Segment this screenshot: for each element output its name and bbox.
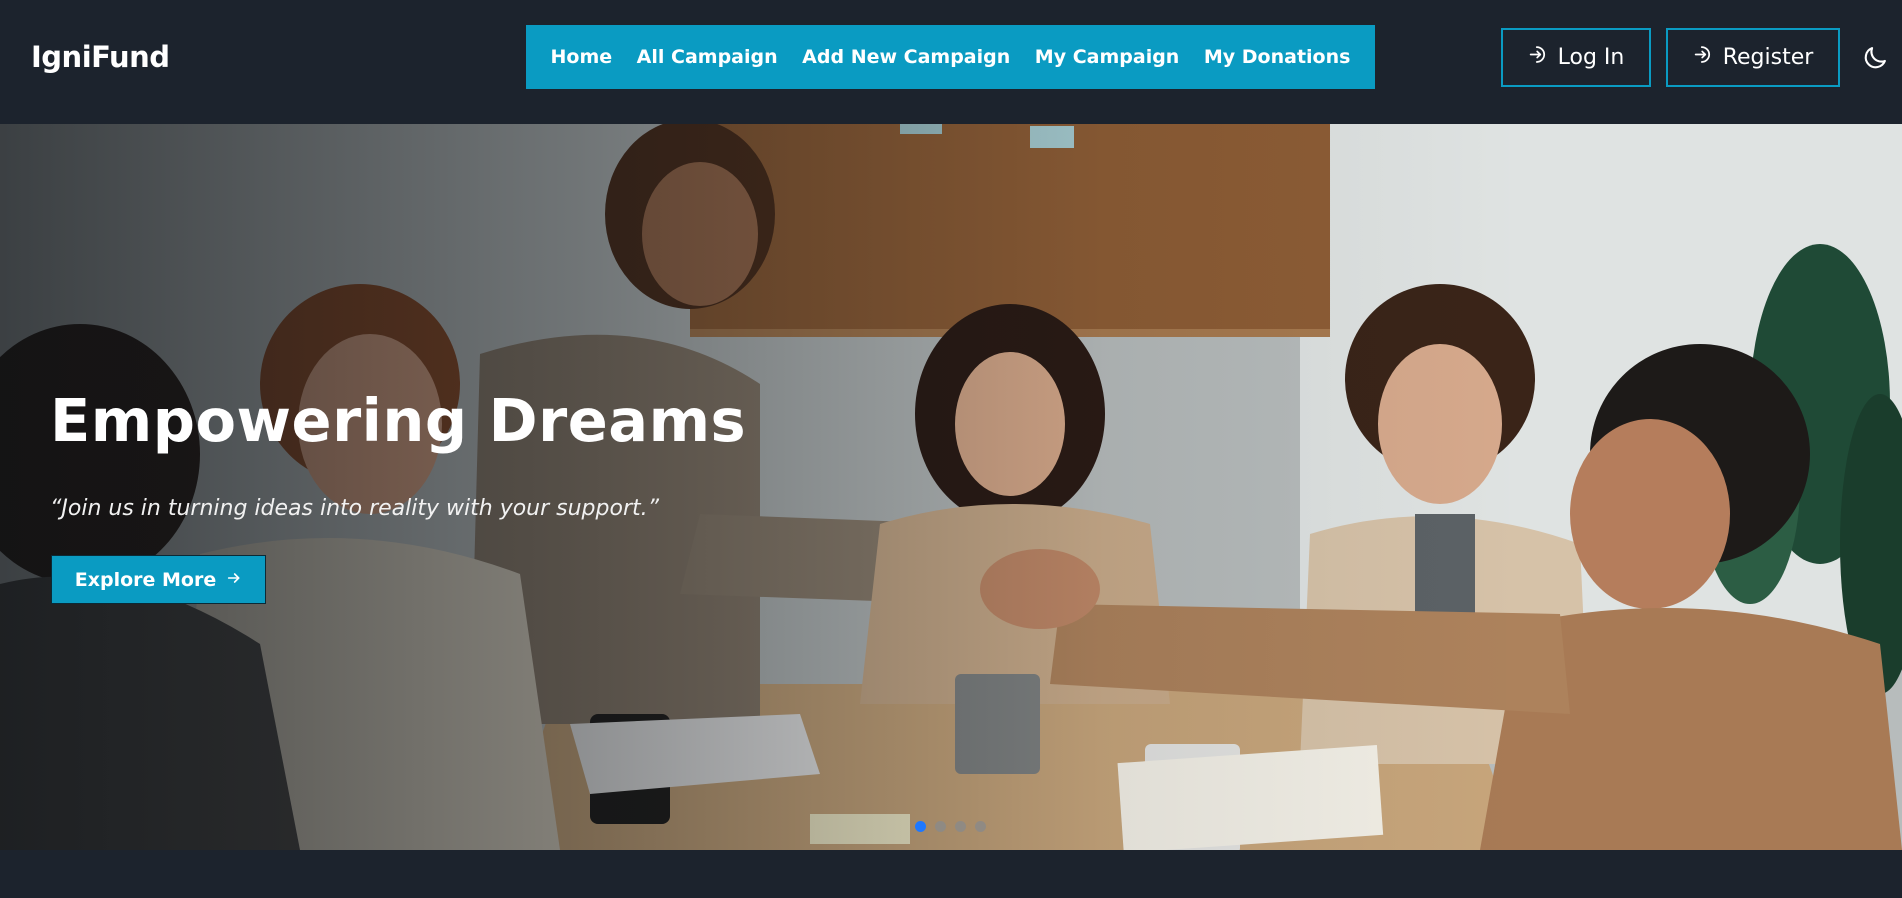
- moon-icon[interactable]: [1861, 44, 1889, 72]
- site-logo[interactable]: IgniFund: [31, 40, 170, 74]
- slider-dot-3[interactable]: [955, 821, 966, 832]
- explore-more-button[interactable]: Explore More: [51, 555, 266, 604]
- login-button[interactable]: Log In: [1501, 28, 1651, 87]
- slider-dots: [915, 821, 986, 832]
- hero-title: Empowering Dreams: [50, 386, 747, 455]
- hero-overlay: [0, 124, 1902, 850]
- login-icon: [1528, 44, 1549, 71]
- register-button[interactable]: Register: [1666, 28, 1840, 87]
- page-below-hero: [0, 850, 1902, 898]
- nav-my-donations[interactable]: My Donations: [1204, 46, 1351, 68]
- slider-dot-2[interactable]: [935, 821, 946, 832]
- register-label: Register: [1722, 45, 1814, 70]
- nav-home[interactable]: Home: [551, 46, 613, 68]
- slider-dot-4[interactable]: [975, 821, 986, 832]
- nav-all-campaign[interactable]: All Campaign: [637, 46, 778, 68]
- explore-more-label: Explore More: [74, 568, 217, 591]
- hero-slider: Empowering Dreams “Join us in turning id…: [0, 124, 1902, 850]
- nav-my-campaign[interactable]: My Campaign: [1035, 46, 1180, 68]
- login-label: Log In: [1557, 45, 1625, 70]
- hero-quote: “Join us in turning ideas into reality w…: [50, 496, 660, 521]
- site-header: IgniFund Home All Campaign Add New Campa…: [0, 0, 1902, 124]
- arrow-right-icon: [226, 569, 242, 591]
- nav-add-new-campaign[interactable]: Add New Campaign: [802, 46, 1010, 68]
- main-nav: Home All Campaign Add New Campaign My Ca…: [526, 25, 1375, 89]
- slider-dot-1[interactable]: [915, 821, 926, 832]
- register-icon: [1693, 44, 1714, 71]
